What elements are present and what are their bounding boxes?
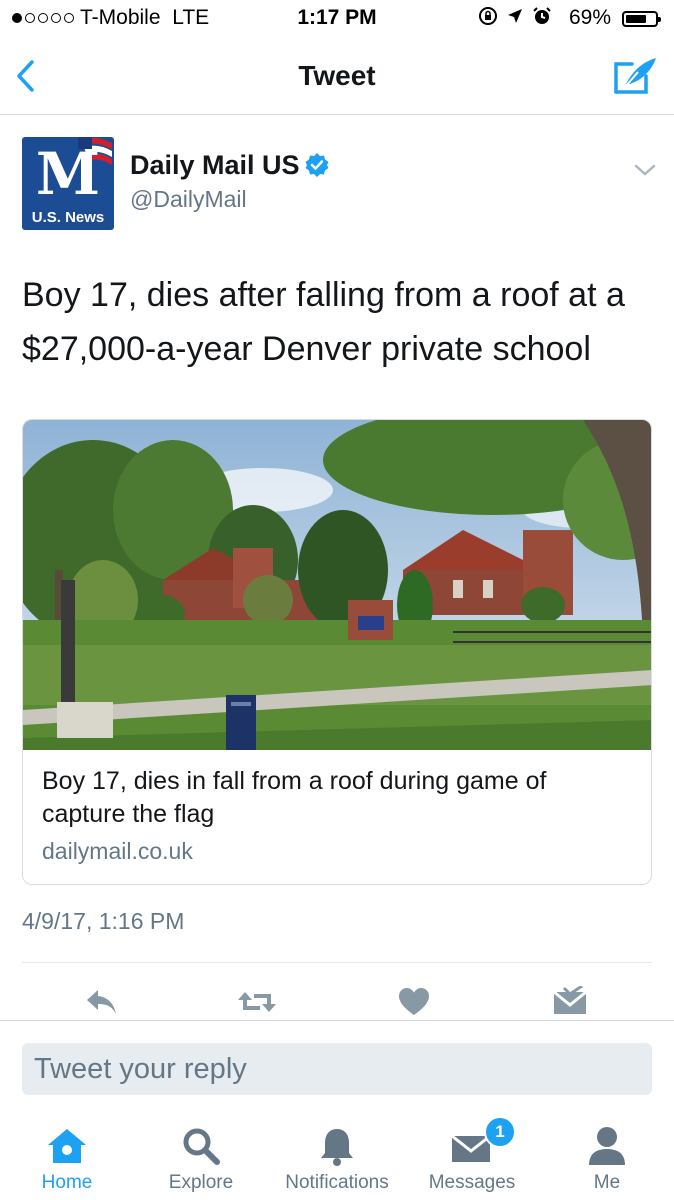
retweet-button[interactable]	[235, 982, 279, 1022]
tweet-timestamp: 4/9/17, 1:16 PM	[22, 908, 185, 934]
network-label: LTE	[172, 6, 210, 29]
search-icon	[183, 1128, 220, 1165]
reply-input[interactable]	[22, 1043, 652, 1095]
tab-notifications[interactable]: Notifications	[270, 1118, 404, 1200]
retweet-icon	[238, 992, 276, 1012]
tab-messages[interactable]: 1 Messages	[405, 1116, 539, 1200]
alarm-icon	[533, 7, 551, 24]
page-title: Tweet	[298, 60, 376, 91]
divider	[0, 1020, 674, 1021]
person-icon	[589, 1127, 625, 1165]
tab-bar: Home Explore Notifications 1 Messages Me	[0, 1116, 674, 1200]
card-domain: dailymail.co.uk	[42, 838, 193, 864]
tweet-actions	[0, 982, 674, 1022]
status-bar: T-Mobile LTE 1:17 PM 69%	[0, 0, 674, 38]
tab-label: Me	[593, 1172, 621, 1193]
home-icon	[48, 1129, 86, 1163]
tweet-text: Boy 17, dies after falling from a roof a…	[22, 276, 625, 368]
tab-label: Notifications	[285, 1172, 389, 1193]
like-button[interactable]	[392, 982, 436, 1022]
battery-icon	[622, 11, 661, 27]
divider	[22, 962, 652, 963]
direct-message-button[interactable]	[548, 982, 592, 1022]
chevron-down-icon	[634, 164, 656, 176]
nav-bar: Tweet	[0, 40, 674, 115]
direct-message-icon	[553, 986, 587, 1014]
tab-label: Explore	[168, 1172, 234, 1193]
tab-label: Messages	[428, 1172, 516, 1193]
tab-explore[interactable]: Explore	[134, 1118, 268, 1200]
avatar-caption: U.S. News	[31, 209, 105, 226]
battery-percent: 69%	[569, 6, 612, 29]
link-card[interactable]: Boy 17, dies in fall from a roof during …	[22, 419, 652, 885]
like-icon	[399, 988, 429, 1015]
tab-label: Home	[41, 1172, 93, 1193]
avatar[interactable]: M U.S. News	[22, 137, 114, 230]
rotation-lock-icon	[479, 7, 497, 25]
signal-strength-icon	[12, 13, 74, 23]
tab-home[interactable]: Home	[0, 1118, 134, 1200]
location-arrow-icon	[508, 9, 522, 23]
verified-badge-icon	[305, 153, 329, 177]
reply-button[interactable]	[80, 982, 124, 1022]
compose-tweet-icon	[614, 58, 656, 94]
carrier-label: T-Mobile LTE	[80, 6, 210, 29]
author-handle[interactable]: @DailyMail	[130, 186, 247, 213]
card-title: Boy 17, dies in fall from a roof during …	[42, 767, 547, 828]
avatar-logo-letter: M	[35, 140, 100, 208]
more-options-button[interactable]	[630, 158, 660, 182]
tab-me[interactable]: Me	[540, 1118, 674, 1200]
bell-icon	[321, 1129, 353, 1166]
reply-icon	[87, 990, 116, 1014]
messages-badge: 1	[484, 1116, 516, 1148]
compose-tweet-button[interactable]	[612, 54, 660, 98]
author-name[interactable]: Daily Mail US	[130, 150, 300, 181]
card-image	[23, 420, 651, 750]
